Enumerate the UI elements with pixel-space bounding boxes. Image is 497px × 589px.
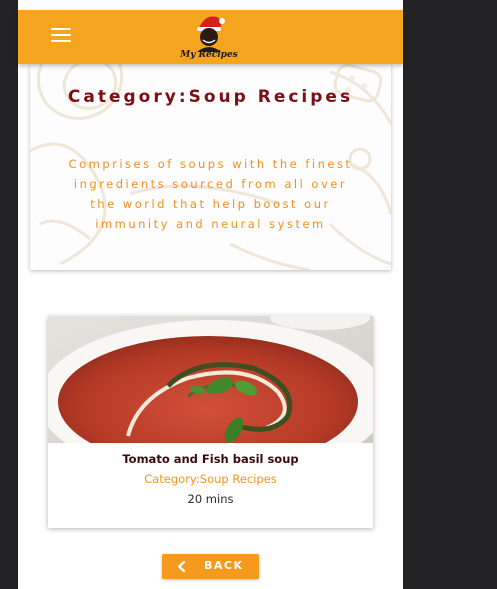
back-button-label: BACK [204,559,244,572]
back-button[interactable]: BACK [162,554,259,579]
recipe-duration: 20 mins [187,492,234,506]
category-title: Category:Soup Recipes [67,87,354,107]
logo-text: My Recipes [179,50,238,60]
category-description: Comprises of soups with the finest ingre… [68,157,353,231]
hamburger-menu-icon[interactable] [49,25,73,45]
chef-logo[interactable]: My Recipes [179,12,239,60]
chevron-left-icon [177,560,186,573]
recipe-card[interactable]: Tomato and Fish basil soup Category:Soup… [48,316,373,528]
recipe-title[interactable]: Tomato and Fish basil soup [48,452,373,466]
recipe-category: Category:Soup Recipes [144,472,277,486]
category-hero: Category:Soup Recipes Comprises of soups… [30,64,391,270]
recipe-image [48,316,373,443]
top-app-bar: My Recipes [18,10,403,64]
